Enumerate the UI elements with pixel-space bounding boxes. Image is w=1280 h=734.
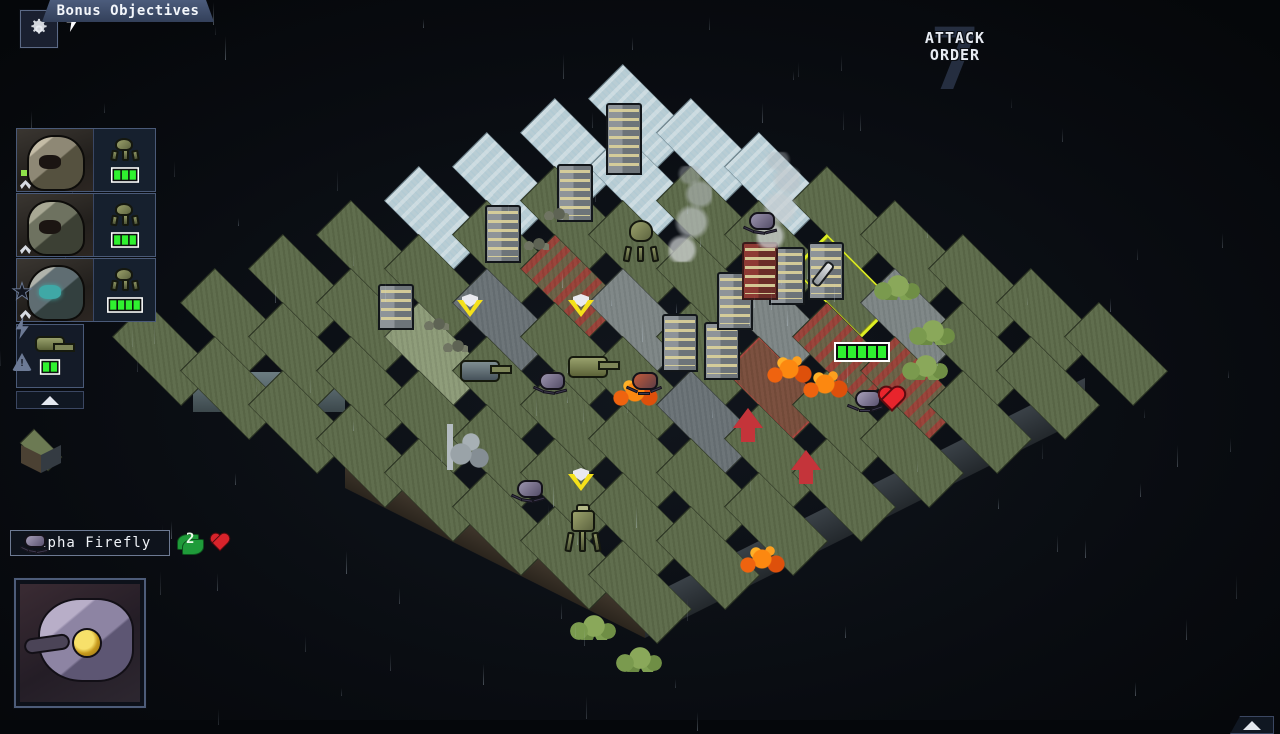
attack-order-badge[interactable]: 7 ATTACK ORDER bbox=[910, 12, 1000, 108]
spider-mech-icon bbox=[109, 135, 140, 162]
firefly-portrait bbox=[20, 584, 140, 702]
unit-mini-panel bbox=[93, 259, 155, 321]
hp-segment bbox=[113, 235, 120, 245]
tank-icon bbox=[35, 335, 75, 352]
heart-icon bbox=[210, 534, 230, 553]
bolt-icon bbox=[11, 317, 33, 339]
firefly-eye bbox=[72, 628, 102, 658]
bonus-title-text: Bonus Objectives bbox=[56, 3, 200, 19]
caret-up-icon bbox=[1243, 720, 1261, 730]
pilot-visor bbox=[39, 285, 61, 299]
game-background bbox=[0, 0, 1280, 720]
artillery-mech-icon bbox=[109, 265, 140, 292]
hp-segment bbox=[129, 170, 136, 180]
deployable-hp-bar bbox=[39, 358, 61, 375]
unit-hp-bar bbox=[106, 297, 143, 313]
hp-segment bbox=[133, 300, 140, 310]
pilot-visor bbox=[39, 155, 61, 169]
pilot-portrait bbox=[17, 194, 93, 256]
enemy-armor-value: 2 bbox=[186, 531, 195, 547]
unit-power-indicator bbox=[21, 170, 27, 176]
enemy-portrait-panel[interactable] bbox=[14, 578, 146, 708]
caret-up-icon bbox=[41, 395, 59, 405]
hp-segment bbox=[109, 300, 116, 310]
hp-segment bbox=[117, 300, 124, 310]
unit-mini-panel bbox=[93, 129, 155, 191]
firefly-icon bbox=[18, 531, 58, 555]
time-pod-icon bbox=[11, 353, 33, 375]
unit-card-2[interactable] bbox=[16, 193, 156, 257]
unit-card-1[interactable] bbox=[16, 128, 156, 192]
attack-order-line2: ORDER bbox=[929, 46, 981, 64]
unit-hp-bar bbox=[110, 167, 139, 183]
bonus-objectives-title: Bonus Objectives bbox=[42, 0, 214, 22]
enemy-armor-badge: 2 bbox=[177, 530, 204, 556]
ground-tile-cube-icon bbox=[15, 426, 67, 474]
pilot-portrait bbox=[17, 129, 93, 191]
unit-hp-bar bbox=[110, 232, 139, 248]
hp-segment bbox=[50, 361, 58, 372]
attack-order-label: ATTACK ORDER bbox=[910, 30, 1000, 64]
hp-segment bbox=[42, 361, 50, 372]
pilot-visor bbox=[39, 220, 61, 234]
hp-segment bbox=[121, 235, 128, 245]
hp-segment bbox=[121, 170, 128, 180]
tank-mech-icon bbox=[109, 200, 140, 227]
selected-enemy-nameplate: Alpha Firefly 2 bbox=[10, 528, 270, 558]
unit-list bbox=[16, 128, 156, 409]
attack-order-line1: ATTACK bbox=[924, 29, 986, 47]
star-icon bbox=[11, 281, 33, 303]
hp-segment bbox=[129, 235, 136, 245]
unit-list-collapse-button[interactable] bbox=[16, 391, 84, 409]
unit-card-3[interactable] bbox=[16, 258, 156, 322]
unit-mini-panel bbox=[93, 194, 155, 256]
hp-segment bbox=[125, 300, 132, 310]
hp-segment bbox=[113, 170, 120, 180]
